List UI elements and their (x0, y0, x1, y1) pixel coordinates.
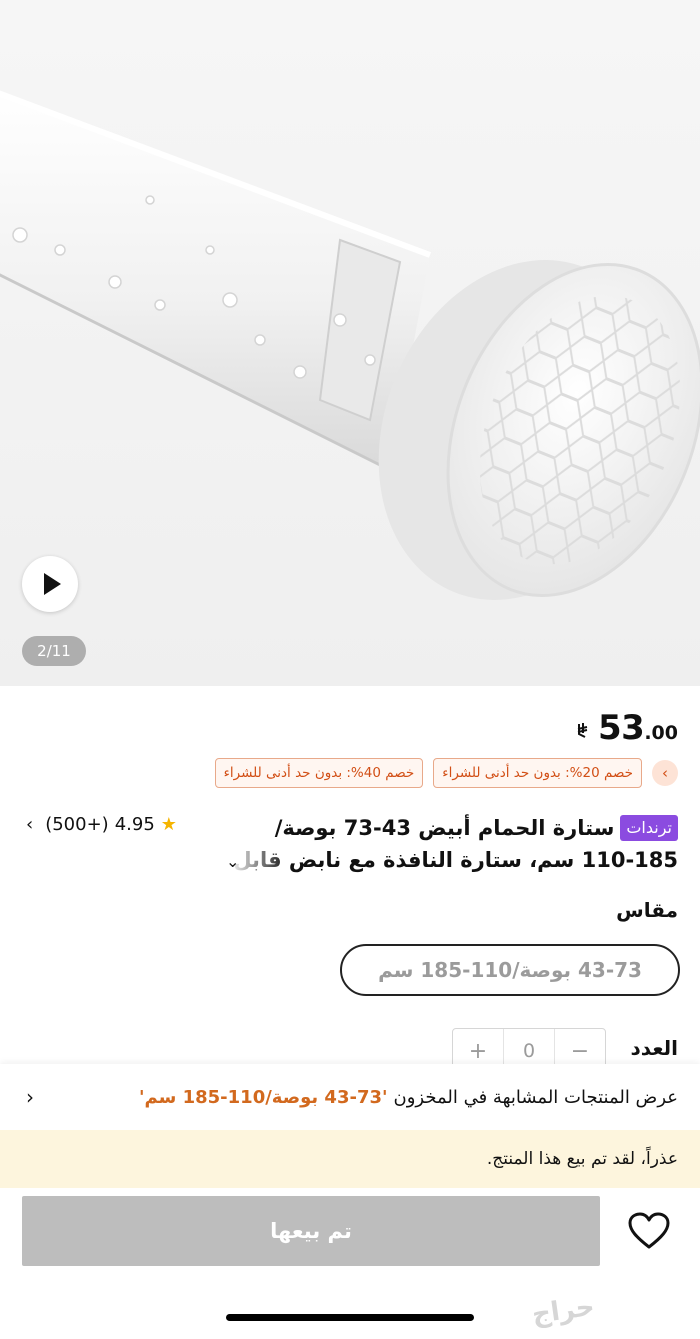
image-counter: 2/11 (22, 636, 86, 666)
similar-text: عرض المنتجات المشابهة في المخزون (393, 1086, 678, 1108)
play-icon (44, 573, 61, 595)
wishlist-heart-icon[interactable] (624, 1208, 674, 1254)
product-image-gallery[interactable]: 2/11 (0, 0, 700, 686)
rating-score: 4.95 (114, 814, 155, 835)
product-title[interactable]: ترنداتستارة الحمام أبيض 43-73 بوصة/ 110-… (228, 812, 678, 876)
sold-out-notice: عذراً، لقد تم بيع هذا المنتج. (0, 1130, 700, 1188)
expand-title-chevron-icon[interactable]: ⌄ (226, 852, 239, 871)
play-video-button[interactable] (22, 556, 78, 612)
trend-badge: ترندات (620, 815, 678, 841)
similar-products-bar[interactable]: عرض المنتجات المشابهة في المخزون '43-73 … (0, 1064, 700, 1130)
riyal-currency-icon (576, 721, 594, 744)
haraj-watermark: حراج (530, 1291, 597, 1331)
title-line-1: ستارة الحمام أبيض 43-73 بوصة/ (274, 816, 615, 840)
rating-summary[interactable]: ‹ (500+) 4.95 ★ (26, 814, 177, 835)
size-option[interactable]: 43-73 بوصة/110-185 سم (340, 944, 680, 996)
sold-button[interactable]: تم بيعها (22, 1196, 600, 1266)
quantity-label: العدد (630, 1036, 678, 1060)
coupon-40[interactable]: خصم 40%: بدون حد أدنى للشراء (214, 758, 424, 788)
price-decimal: .00 (644, 722, 678, 744)
coupon-20[interactable]: خصم 20%: بدون حد أدنى للشراء (433, 758, 642, 788)
star-icon: ★ (160, 814, 177, 835)
home-indicator (226, 1314, 474, 1321)
product-image (0, 90, 700, 600)
product-price: 53 .00 (576, 708, 678, 748)
similar-highlight: '43-73 بوصة/110-185 سم' (138, 1086, 388, 1108)
rating-chevron-icon: ‹ (26, 814, 34, 835)
similar-chevron-icon: ‹ (26, 1085, 34, 1109)
coupons-more-icon[interactable]: › (652, 760, 678, 786)
size-label: مقاس (616, 898, 678, 922)
rating-count: (500+) (45, 814, 109, 835)
price-integer: 53 (598, 708, 645, 748)
coupon-row: خصم 40%: بدون حد أدنى للشراء خصم 20%: بد… (214, 758, 678, 788)
title-line-2: 110-185 سم، ستارة النافذة مع نابض قابل (233, 848, 678, 872)
